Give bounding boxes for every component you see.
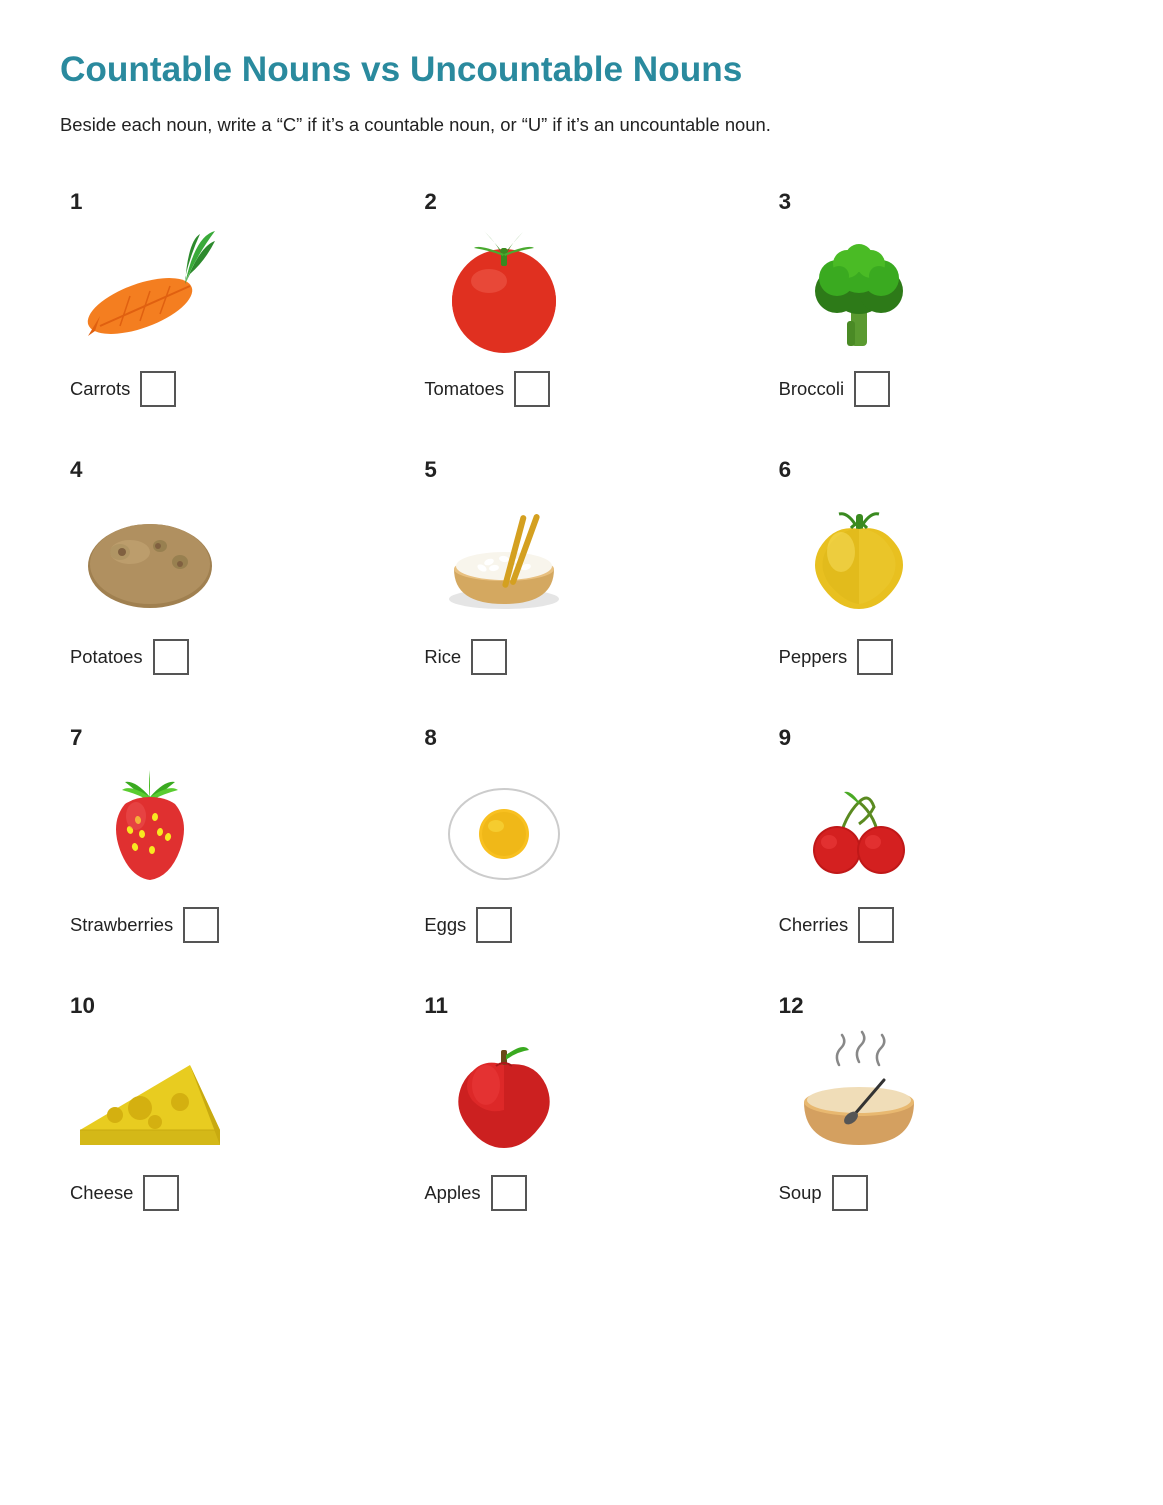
item-6-image: [779, 489, 939, 629]
item-5-label: Rice: [424, 646, 461, 668]
item-3-answer-box[interactable]: [854, 371, 890, 407]
item-8-number: 8: [424, 725, 436, 751]
item-9-label: Cherries: [779, 914, 849, 936]
item-5: 5 R: [414, 447, 748, 685]
item-3-label-row: Broccoli: [779, 371, 890, 407]
item-1-label-row: Carrots: [70, 371, 176, 407]
item-7-answer-box[interactable]: [183, 907, 219, 943]
item-5-image: [424, 489, 584, 629]
item-12-answer-box[interactable]: [832, 1175, 868, 1211]
item-6-label-row: Peppers: [779, 639, 894, 675]
item-12: 12 Soup: [769, 983, 1103, 1221]
item-11: 11 Apples: [414, 983, 748, 1221]
item-1: 1 Carrots: [60, 179, 394, 417]
item-12-image: [779, 1025, 939, 1165]
item-7-image: [70, 757, 230, 897]
item-6-label: Peppers: [779, 646, 848, 668]
item-1-answer-box[interactable]: [140, 371, 176, 407]
item-7-label-row: Strawberries: [70, 907, 219, 943]
item-4: 4 Potatoes: [60, 447, 394, 685]
item-4-label-row: Potatoes: [70, 639, 189, 675]
item-11-number: 11: [424, 993, 448, 1019]
item-3-label: Broccoli: [779, 378, 844, 400]
item-5-number: 5: [424, 457, 436, 483]
item-11-label-row: Apples: [424, 1175, 526, 1211]
item-8-label-row: Eggs: [424, 907, 512, 943]
item-10-label: Cheese: [70, 1182, 133, 1204]
item-4-number: 4: [70, 457, 82, 483]
item-6: 6 Peppers: [769, 447, 1103, 685]
item-10: 10 Cheese: [60, 983, 394, 1221]
item-9-number: 9: [779, 725, 791, 751]
item-1-image: [70, 221, 230, 361]
item-11-answer-box[interactable]: [491, 1175, 527, 1211]
item-2-image: [424, 221, 584, 361]
item-9: 9 Cherries: [769, 715, 1103, 953]
item-10-image: [70, 1025, 230, 1165]
item-2: 2 Tomatoes: [414, 179, 748, 417]
item-2-label-row: Tomatoes: [424, 371, 550, 407]
item-7-number: 7: [70, 725, 82, 751]
item-6-number: 6: [779, 457, 791, 483]
item-4-answer-box[interactable]: [153, 639, 189, 675]
item-12-label-row: Soup: [779, 1175, 868, 1211]
item-12-label: Soup: [779, 1182, 822, 1204]
item-8-label: Eggs: [424, 914, 466, 936]
item-4-label: Potatoes: [70, 646, 143, 668]
item-10-number: 10: [70, 993, 95, 1019]
item-12-number: 12: [779, 993, 804, 1019]
item-4-image: [70, 489, 230, 629]
item-6-answer-box[interactable]: [857, 639, 893, 675]
page-title: Countable Nouns vs Uncountable Nouns: [60, 50, 1103, 90]
item-3-image: [779, 221, 939, 361]
item-8: 8 Eggs: [414, 715, 748, 953]
items-grid: 1 Carrots 2: [60, 179, 1103, 1221]
item-1-number: 1: [70, 189, 82, 215]
item-9-image: [779, 757, 939, 897]
item-2-answer-box[interactable]: [514, 371, 550, 407]
item-2-number: 2: [424, 189, 436, 215]
item-2-label: Tomatoes: [424, 378, 504, 400]
item-8-image: [424, 757, 584, 897]
item-5-answer-box[interactable]: [471, 639, 507, 675]
item-3: 3 Broccoli: [769, 179, 1103, 417]
item-5-label-row: Rice: [424, 639, 507, 675]
item-10-answer-box[interactable]: [143, 1175, 179, 1211]
item-9-label-row: Cherries: [779, 907, 895, 943]
instructions-text: Beside each noun, write a “C” if it’s a …: [60, 110, 1103, 139]
item-3-number: 3: [779, 189, 791, 215]
item-7: 7: [60, 715, 394, 953]
item-10-label-row: Cheese: [70, 1175, 179, 1211]
item-8-answer-box[interactable]: [476, 907, 512, 943]
item-7-label: Strawberries: [70, 914, 173, 936]
item-1-label: Carrots: [70, 378, 130, 400]
item-11-image: [424, 1025, 584, 1165]
item-9-answer-box[interactable]: [858, 907, 894, 943]
item-11-label: Apples: [424, 1182, 480, 1204]
